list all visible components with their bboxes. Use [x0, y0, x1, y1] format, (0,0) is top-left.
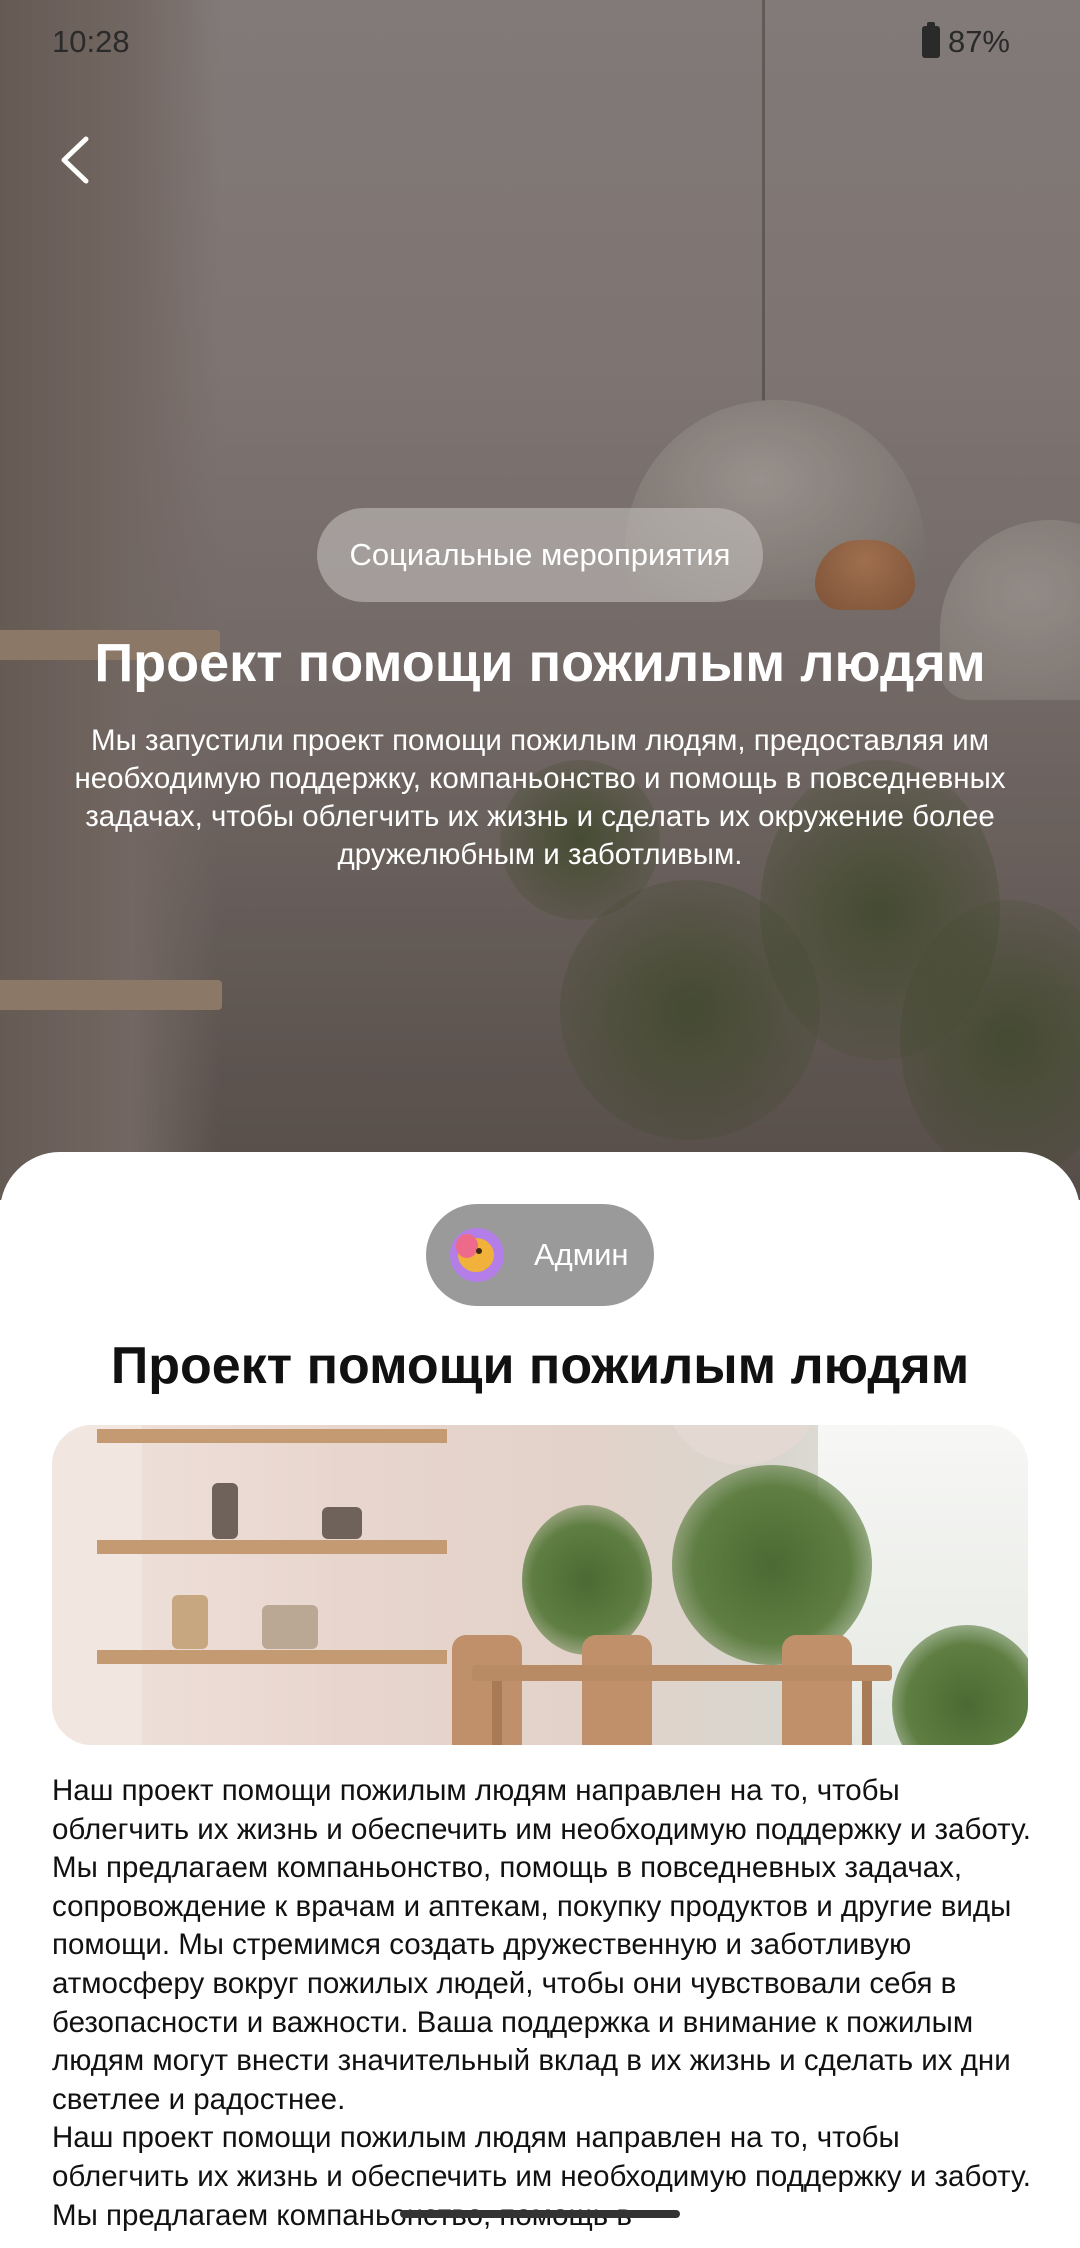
- home-indicator[interactable]: [400, 2210, 680, 2218]
- status-time: 10:28: [52, 24, 130, 59]
- battery-icon: [921, 22, 940, 58]
- image-decor: [322, 1507, 362, 1539]
- image-table-leg: [492, 1681, 502, 1745]
- article-body: Наш проект помощи пожилым людям направле…: [52, 1772, 1042, 2235]
- article-sheet: Админ Проект помощи пожилым людям Наш пр…: [0, 1152, 1080, 2248]
- image-chair: [582, 1635, 652, 1745]
- image-plant: [522, 1505, 652, 1655]
- status-bar: 10:28 87%: [0, 0, 1080, 88]
- back-button[interactable]: [40, 120, 110, 200]
- image-table-leg: [862, 1681, 872, 1745]
- chevron-left-icon: [61, 136, 89, 184]
- category-chip[interactable]: Социальные мероприятия: [317, 508, 763, 602]
- image-vase: [212, 1483, 238, 1539]
- hero-title: Проект помощи пожилым людям: [94, 633, 986, 693]
- image-chair: [782, 1635, 852, 1745]
- image-frame: [262, 1605, 318, 1649]
- battery-level: 87%: [947, 24, 1010, 59]
- image-chair: [452, 1635, 522, 1745]
- image-table: [472, 1665, 892, 1681]
- author-name: Админ: [534, 1237, 629, 1272]
- image-shelf: [97, 1540, 447, 1554]
- avatar-eye: [476, 1248, 482, 1254]
- image-shelf: [97, 1650, 447, 1664]
- image-lamp: [662, 1425, 822, 1465]
- avatar-hair: [456, 1234, 478, 1258]
- hero-description: Мы запустили проект помощи пожилым людям…: [74, 724, 1006, 871]
- image-books: [172, 1595, 208, 1649]
- author-chip[interactable]: Админ: [426, 1204, 654, 1306]
- avatar: [450, 1228, 504, 1282]
- status-right: 87%: [921, 22, 1010, 60]
- article-title: Проект помощи пожилым людям: [110, 1337, 970, 1395]
- article-image: [52, 1425, 1028, 1745]
- image-shelf: [97, 1429, 447, 1443]
- image-wall: [52, 1425, 142, 1745]
- article-paragraph: Наш проект помощи пожилым людям направле…: [52, 1774, 1031, 2116]
